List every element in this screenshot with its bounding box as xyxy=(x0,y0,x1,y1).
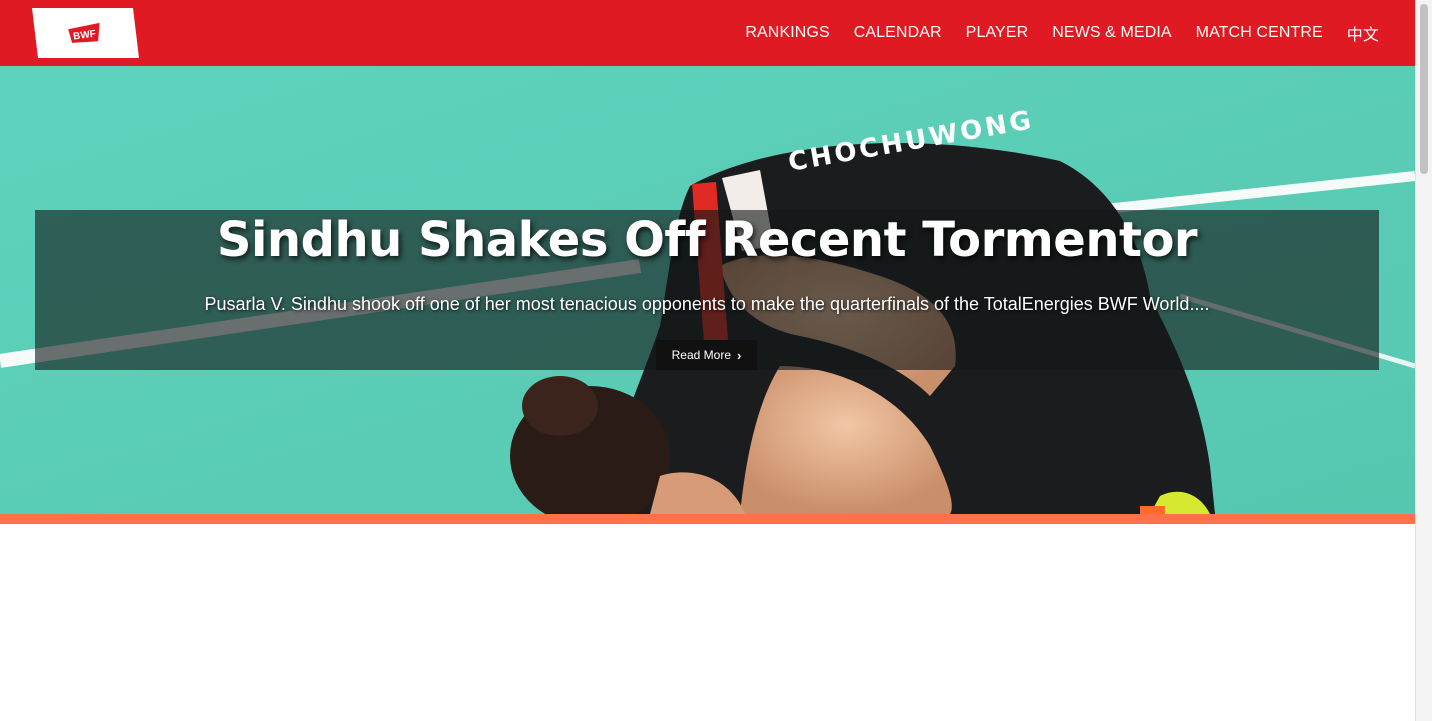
read-more-button[interactable]: Read More › xyxy=(656,340,757,370)
vertical-scrollbar[interactable] xyxy=(1415,0,1432,721)
nav-match-centre[interactable]: MATCH CENTRE xyxy=(1196,24,1323,42)
accent-divider xyxy=(0,514,1415,524)
chevron-right-icon: › xyxy=(737,347,742,363)
nav-news-media[interactable]: NEWS & MEDIA xyxy=(1052,24,1171,42)
article-summary: Pusarla V. Sindhu shook off one of her m… xyxy=(204,294,1210,314)
nav-calendar[interactable]: CALENDAR xyxy=(854,24,942,42)
main-nav: RANKINGS CALENDAR PLAYER NEWS & MEDIA MA… xyxy=(721,0,1379,66)
nav-chinese-language[interactable]: 中文 xyxy=(1347,21,1379,45)
scrollbar-thumb[interactable] xyxy=(1420,4,1428,174)
hero-banner: CHOCHUWONG Sindhu Shakes Off Recent Torm… xyxy=(0,66,1415,514)
nav-rankings[interactable]: RANKINGS xyxy=(745,24,829,42)
bwf-logo[interactable]: BWF xyxy=(30,8,140,58)
nav-player[interactable]: PLAYER xyxy=(966,24,1029,42)
read-more-label: Read More xyxy=(671,348,732,362)
headline-overlay: Sindhu Shakes Off Recent Tormentor Pusar… xyxy=(35,210,1379,370)
article-title[interactable]: Sindhu Shakes Off Recent Tormentor xyxy=(35,212,1379,268)
top-navigation-bar: BWF RANKINGS CALENDAR PLAYER NEWS & MEDI… xyxy=(0,0,1415,66)
